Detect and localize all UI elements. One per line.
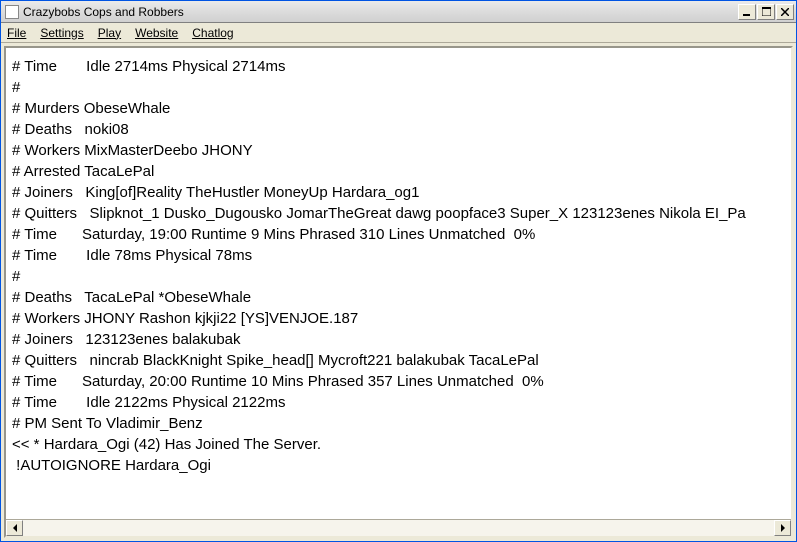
close-button[interactable] — [776, 4, 794, 20]
content-wrapper: # Time Idle 2714ms Physical 2714ms## Mur… — [1, 43, 796, 541]
log-line: # Quitters nincrab BlackKnight Spike_hea… — [12, 350, 787, 371]
log-line: # Murders ObeseWhale — [12, 98, 787, 119]
log-line: # Joiners 123123enes balakubak — [12, 329, 787, 350]
menu-website[interactable]: Website — [135, 26, 178, 40]
log-line: # Deaths noki08 — [12, 119, 787, 140]
maximize-button[interactable] — [757, 4, 775, 20]
log-line: # Quitters Slipknot_1 Dusko_Dugousko Jom… — [12, 203, 787, 224]
scroll-right-button[interactable] — [774, 520, 791, 536]
log-line: # Arrested TacaLePal — [12, 161, 787, 182]
log-viewer: # Time Idle 2714ms Physical 2714ms## Mur… — [4, 46, 793, 538]
log-line: # — [12, 77, 787, 98]
log-line: # Time Idle 78ms Physical 78ms — [12, 245, 787, 266]
log-content[interactable]: # Time Idle 2714ms Physical 2714ms## Mur… — [6, 48, 791, 519]
menu-chatlog[interactable]: Chatlog — [192, 26, 233, 40]
log-line: !AUTOIGNORE Hardara_Ogi — [12, 455, 787, 476]
log-line: << * Hardara_Ogi (42) Has Joined The Ser… — [12, 434, 787, 455]
minimize-button[interactable] — [738, 4, 756, 20]
log-line: # Joiners King[of]Reality TheHustler Mon… — [12, 182, 787, 203]
arrow-left-icon — [13, 524, 17, 532]
application-window: Crazybobs Cops and Robbers File Settings… — [0, 0, 797, 542]
log-line: # Workers MixMasterDeebo JHONY — [12, 140, 787, 161]
window-title: Crazybobs Cops and Robbers — [23, 5, 184, 19]
scrollbar-track[interactable] — [23, 520, 774, 536]
menubar: File Settings Play Website Chatlog — [1, 23, 796, 43]
horizontal-scrollbar[interactable] — [6, 519, 791, 536]
log-line: # Deaths TacaLePal *ObeseWhale — [12, 287, 787, 308]
log-line: # Workers JHONY Rashon kjkji22 [YS]VENJO… — [12, 308, 787, 329]
log-line: # — [12, 266, 787, 287]
window-controls — [737, 4, 794, 20]
arrow-right-icon — [781, 524, 785, 532]
titlebar: Crazybobs Cops and Robbers — [1, 1, 796, 23]
log-line: # PM Sent To Vladimir_Benz — [12, 413, 787, 434]
log-line: # Time Idle 2122ms Physical 2122ms — [12, 392, 787, 413]
menu-settings[interactable]: Settings — [40, 26, 83, 40]
menu-play[interactable]: Play — [98, 26, 121, 40]
titlebar-left: Crazybobs Cops and Robbers — [5, 5, 184, 19]
menu-file[interactable]: File — [7, 26, 26, 40]
log-line: # Time Saturday, 20:00 Runtime 10 Mins P… — [12, 371, 787, 392]
scroll-left-button[interactable] — [6, 520, 23, 536]
app-icon — [5, 5, 19, 19]
log-line: # Time Saturday, 19:00 Runtime 9 Mins Ph… — [12, 224, 787, 245]
log-line: # Time Idle 2714ms Physical 2714ms — [12, 56, 787, 77]
